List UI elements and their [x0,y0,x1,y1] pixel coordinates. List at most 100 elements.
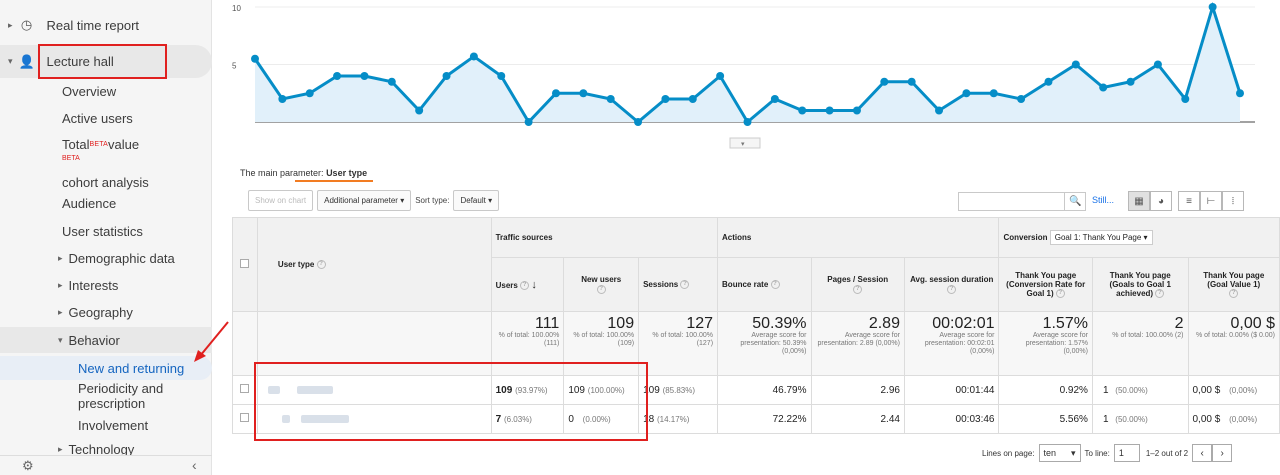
data-point [852,106,861,115]
data-point [1153,60,1162,69]
y-tick-label: 10 [232,4,241,13]
data-point [1071,60,1080,69]
row-checkbox[interactable] [240,384,250,393]
sidebar-item-user-statistics[interactable]: User statistics [0,221,212,241]
sidebar-item-overview[interactable]: Overview [0,81,212,101]
table-view-icon[interactable]: ▦ [1128,191,1150,211]
search-icon[interactable]: 🔍 [1064,192,1086,211]
pie-view-icon[interactable]: ◕ [1150,191,1172,211]
data-point [798,106,807,115]
beta-badge: BETA [62,155,80,162]
show-on-chart-button[interactable]: Show on chart [248,190,314,211]
row-checkbox[interactable] [240,413,250,422]
highlight-box [254,362,648,441]
col-new-users[interactable]: New users? [563,257,640,312]
help-icon[interactable]: ? [853,284,863,294]
sidebar-item-involvement[interactable]: Involvement [0,416,212,434]
col-users[interactable]: Users ? ↓ [490,257,565,312]
help-icon[interactable]: ? [947,284,957,294]
traffic-sources-header: Traffic sources [490,217,719,258]
data-point [688,95,697,103]
help-icon[interactable]: ? [770,280,780,290]
data-point [1236,89,1244,98]
conversion-header: Conversion Goal 1: Thank You Page ▾ [998,217,1280,258]
data-point [251,54,259,63]
data-point [387,77,396,86]
help-icon[interactable]: ? [1155,289,1165,299]
sidebar-item-technology[interactable]: ▸ Technology [0,442,212,456]
data-point [989,89,998,98]
gear-icon[interactable]: ⚙ [22,458,34,474]
caret-down-icon: ▾ [58,334,63,345]
data-point [1017,95,1026,103]
sidebar-item-periodicity[interactable]: Periodicity and [0,381,212,396]
col-duration[interactable]: Avg. session duration ? [903,257,1000,312]
clock-icon: ◷ [20,17,33,32]
help-icon[interactable]: ? [1229,289,1239,299]
sidebar-item-geography[interactable]: ▸ Geography [0,302,212,322]
data-point [497,72,506,80]
pagination: Lines on page: ten ▾ To line: 1 1–2 out o… [982,444,1233,462]
data-point [524,118,533,126]
sidebar-item-total-value[interactable]: Total BETA value [0,134,212,154]
lines-per-page-select[interactable]: ten ▾ [1038,444,1081,462]
sidebar-footer: ⚙ ‹ [0,455,212,475]
sidebar-item-cohort[interactable]: cohort analysis [0,172,212,192]
data-point [442,72,451,80]
collapse-icon[interactable]: ‹ [192,457,197,473]
data-point [1181,95,1190,103]
sidebar-item-realtime[interactable]: ▸ ◷ Real time report [0,14,212,36]
col-sessions[interactable]: Sessions ? [638,257,719,312]
data-point [661,95,670,103]
help-icon[interactable]: ? [316,260,326,270]
caret-right-icon: ▸ [58,252,63,263]
col-goal-value[interactable]: Thank You page (Goal Value 1)? [1187,257,1280,312]
data-point [634,118,643,126]
main-parameter-value[interactable]: User type [326,168,367,178]
data-point [1044,77,1053,86]
still-link[interactable]: Still... [1092,195,1114,205]
sidebar-item-demographic[interactable]: ▸ Demographic data [0,248,212,268]
pivot-view-icon[interactable]: ⦙ [1222,191,1244,211]
next-page-button[interactable]: › [1212,444,1233,462]
prev-page-button[interactable]: ‹ [1192,444,1213,462]
data-point [770,95,779,103]
caret-right-icon: ▸ [58,279,63,290]
data-point [716,72,725,80]
data-point [962,89,971,98]
sidebar-item-behavior[interactable]: ▾ Behavior [0,327,212,353]
to-line-input[interactable]: 1 [1113,444,1140,462]
help-icon[interactable]: ? [680,280,690,290]
data-point [743,118,752,126]
col-pages-session[interactable]: Pages / Session? [810,257,905,312]
select-all-checkbox[interactable] [240,259,250,268]
sidebar-item-audience[interactable]: Audience [0,193,212,213]
bar-view-icon[interactable]: ≡ [1178,191,1200,211]
col-goals-achieved[interactable]: Thank You page (Goals to Goal 1 achieved… [1091,257,1189,312]
help-icon[interactable]: ? [1055,289,1065,299]
sidebar-item-new-returning[interactable]: New and returning [0,356,212,380]
help-icon[interactable]: ? [596,284,606,294]
help-icon[interactable]: ? [520,280,530,290]
sessions-chart: 10 5 ▾ [232,1,1255,149]
data-point [880,77,889,86]
data-point [1126,77,1135,86]
caret-down-icon: ▾ [8,56,13,66]
data-point [333,72,342,80]
sidebar-item-interests[interactable]: ▸ Interests [0,275,212,295]
compare-view-icon[interactable]: ⊢ [1200,191,1222,211]
col-bounce[interactable]: Bounce rate ? [717,257,812,312]
sidebar-item-active-users[interactable]: Active users [0,108,212,128]
data-point [935,106,944,115]
caret-down-icon: ▾ [1070,447,1076,458]
data-point [1208,3,1217,11]
goal-dropdown[interactable]: Goal 1: Thank You Page ▾ [1049,230,1153,245]
sidebar: ▸ ◷ Real time report ▾ 👤 Lecture hall Ov… [0,0,212,475]
sort-type-dropdown[interactable]: Default ▾ [453,190,500,211]
user-type-header[interactable]: User type ? [256,217,492,312]
additional-parameter-dropdown[interactable]: Additional parameter ▾ [317,190,412,211]
sort-down-icon[interactable]: ↓ [531,279,537,291]
select-all-cell[interactable] [232,217,258,312]
col-conversion-rate[interactable]: Thank You page (Conversion Rate for Goal… [998,257,1093,312]
data-point [1099,83,1108,92]
